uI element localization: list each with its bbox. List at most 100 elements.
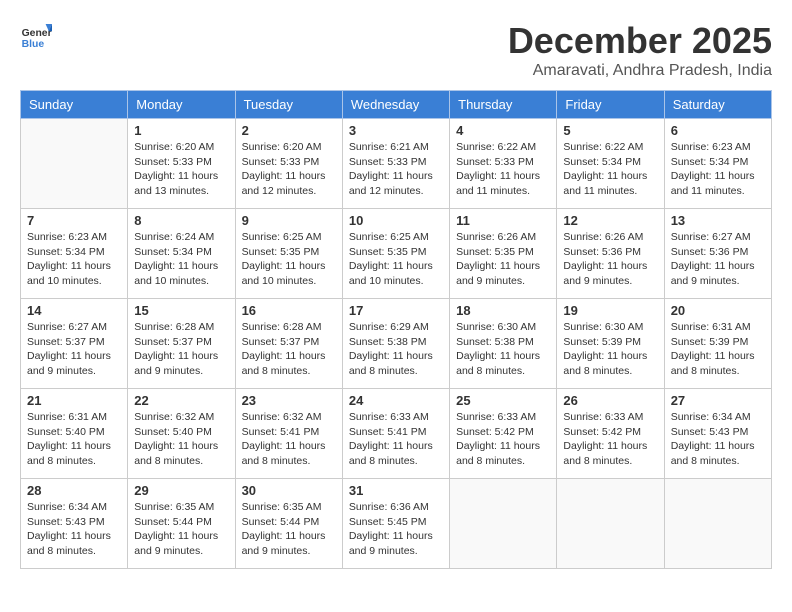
day-number: 28 — [27, 483, 121, 498]
calendar-cell: 12 Sunrise: 6:26 AM Sunset: 5:36 PM Dayli… — [557, 209, 664, 299]
calendar-cell: 22Sunrise: 6:32 AM Sunset: 5:40 PM Dayli… — [128, 389, 235, 479]
weekday-header: Sunday — [21, 91, 128, 119]
title-section: December 2025 Amaravati, Andhra Pradesh,… — [508, 20, 772, 80]
weekday-header: Tuesday — [235, 91, 342, 119]
day-number: 21 — [27, 393, 121, 408]
day-number: 1 — [134, 123, 228, 138]
day-number: 19 — [563, 303, 657, 318]
day-info: Sunrise: 6:35 AM Sunset: 5:44 PM Dayligh… — [134, 500, 228, 559]
day-number: 3 — [349, 123, 443, 138]
day-number: 30 — [242, 483, 336, 498]
calendar-week-row: 14 Sunrise: 6:27 AM Sunset: 5:37 PM Dayli… — [21, 299, 772, 389]
day-info: Sunrise: 6:23 AM Sunset: 5:34 PM Dayligh… — [671, 140, 765, 199]
calendar-cell: 6 Sunrise: 6:23 AM Sunset: 5:34 PM Daylig… — [664, 119, 771, 209]
day-number: 6 — [671, 123, 765, 138]
calendar-cell: 31 Sunrise: 6:36 AM Sunset: 5:45 PM Dayli… — [342, 479, 449, 569]
day-info: Sunrise: 6:26 AM Sunset: 5:35 PM Dayligh… — [456, 230, 550, 289]
logo-icon: General Blue — [20, 20, 52, 52]
day-info: Sunrise: 6:27 AM Sunset: 5:37 PM Dayligh… — [27, 320, 121, 379]
calendar-cell: 17Sunrise: 6:29 AM Sunset: 5:38 PM Dayli… — [342, 299, 449, 389]
calendar-table: SundayMondayTuesdayWednesdayThursdayFrid… — [20, 90, 772, 569]
day-info: Sunrise: 6:30 AM Sunset: 5:39 PM Dayligh… — [563, 320, 657, 379]
day-info: Sunrise: 6:22 AM Sunset: 5:33 PM Dayligh… — [456, 140, 550, 199]
weekday-header: Friday — [557, 91, 664, 119]
page-header: General Blue December 2025 Amaravati, An… — [20, 20, 772, 80]
day-info: Sunrise: 6:33 AM Sunset: 5:42 PM Dayligh… — [563, 410, 657, 469]
calendar-cell: 11 Sunrise: 6:26 AM Sunset: 5:35 PM Dayli… — [450, 209, 557, 299]
calendar-cell: 24Sunrise: 6:33 AM Sunset: 5:41 PM Dayli… — [342, 389, 449, 479]
day-info: Sunrise: 6:28 AM Sunset: 5:37 PM Dayligh… — [134, 320, 228, 379]
calendar-cell — [21, 119, 128, 209]
calendar-cell: 2 Sunrise: 6:20 AM Sunset: 5:33 PM Daylig… — [235, 119, 342, 209]
day-info: Sunrise: 6:32 AM Sunset: 5:41 PM Dayligh… — [242, 410, 336, 469]
day-info: Sunrise: 6:35 AM Sunset: 5:44 PM Dayligh… — [242, 500, 336, 559]
calendar-cell: 15Sunrise: 6:28 AM Sunset: 5:37 PM Dayli… — [128, 299, 235, 389]
day-info: Sunrise: 6:20 AM Sunset: 5:33 PM Dayligh… — [134, 140, 228, 199]
day-info: Sunrise: 6:31 AM Sunset: 5:40 PM Dayligh… — [27, 410, 121, 469]
calendar-header-row: SundayMondayTuesdayWednesdayThursdayFrid… — [21, 91, 772, 119]
day-info: Sunrise: 6:29 AM Sunset: 5:38 PM Dayligh… — [349, 320, 443, 379]
calendar-cell: 27 Sunrise: 6:34 AM Sunset: 5:43 PM Dayli… — [664, 389, 771, 479]
calendar-cell: 5 Sunrise: 6:22 AM Sunset: 5:34 PM Daylig… — [557, 119, 664, 209]
calendar-cell: 18Sunrise: 6:30 AM Sunset: 5:38 PM Dayli… — [450, 299, 557, 389]
day-number: 10 — [349, 213, 443, 228]
day-number: 5 — [563, 123, 657, 138]
day-number: 7 — [27, 213, 121, 228]
weekday-header: Thursday — [450, 91, 557, 119]
weekday-header: Wednesday — [342, 91, 449, 119]
day-number: 2 — [242, 123, 336, 138]
day-info: Sunrise: 6:36 AM Sunset: 5:45 PM Dayligh… — [349, 500, 443, 559]
day-number: 31 — [349, 483, 443, 498]
day-info: Sunrise: 6:25 AM Sunset: 5:35 PM Dayligh… — [349, 230, 443, 289]
day-info: Sunrise: 6:28 AM Sunset: 5:37 PM Dayligh… — [242, 320, 336, 379]
calendar-cell: 26 Sunrise: 6:33 AM Sunset: 5:42 PM Dayli… — [557, 389, 664, 479]
calendar-cell: 28 Sunrise: 6:34 AM Sunset: 5:43 PM Dayli… — [21, 479, 128, 569]
calendar-cell: 30 Sunrise: 6:35 AM Sunset: 5:44 PM Dayli… — [235, 479, 342, 569]
day-number: 25 — [456, 393, 550, 408]
calendar-cell: 21 Sunrise: 6:31 AM Sunset: 5:40 PM Dayli… — [21, 389, 128, 479]
calendar-week-row: 28 Sunrise: 6:34 AM Sunset: 5:43 PM Dayli… — [21, 479, 772, 569]
day-info: Sunrise: 6:34 AM Sunset: 5:43 PM Dayligh… — [27, 500, 121, 559]
day-number: 29 — [134, 483, 228, 498]
day-info: Sunrise: 6:24 AM Sunset: 5:34 PM Dayligh… — [134, 230, 228, 289]
day-number: 20 — [671, 303, 765, 318]
calendar-cell: 20Sunrise: 6:31 AM Sunset: 5:39 PM Dayli… — [664, 299, 771, 389]
day-number: 11 — [456, 213, 550, 228]
day-number: 12 — [563, 213, 657, 228]
svg-text:General: General — [22, 28, 52, 39]
calendar-week-row: 7 Sunrise: 6:23 AM Sunset: 5:34 PM Daylig… — [21, 209, 772, 299]
day-number: 13 — [671, 213, 765, 228]
day-info: Sunrise: 6:20 AM Sunset: 5:33 PM Dayligh… — [242, 140, 336, 199]
calendar-cell: 19 Sunrise: 6:30 AM Sunset: 5:39 PM Dayli… — [557, 299, 664, 389]
day-info: Sunrise: 6:30 AM Sunset: 5:38 PM Dayligh… — [456, 320, 550, 379]
calendar-cell: 14 Sunrise: 6:27 AM Sunset: 5:37 PM Dayli… — [21, 299, 128, 389]
calendar-cell: 13 Sunrise: 6:27 AM Sunset: 5:36 PM Dayli… — [664, 209, 771, 299]
calendar-cell: 23 Sunrise: 6:32 AM Sunset: 5:41 PM Dayli… — [235, 389, 342, 479]
day-info: Sunrise: 6:25 AM Sunset: 5:35 PM Dayligh… — [242, 230, 336, 289]
day-info: Sunrise: 6:22 AM Sunset: 5:34 PM Dayligh… — [563, 140, 657, 199]
day-number: 8 — [134, 213, 228, 228]
day-number: 22 — [134, 393, 228, 408]
day-number: 14 — [27, 303, 121, 318]
day-number: 26 — [563, 393, 657, 408]
day-number: 23 — [242, 393, 336, 408]
day-info: Sunrise: 6:21 AM Sunset: 5:33 PM Dayligh… — [349, 140, 443, 199]
weekday-header: Monday — [128, 91, 235, 119]
day-info: Sunrise: 6:26 AM Sunset: 5:36 PM Dayligh… — [563, 230, 657, 289]
day-info: Sunrise: 6:23 AM Sunset: 5:34 PM Dayligh… — [27, 230, 121, 289]
svg-text:Blue: Blue — [22, 39, 45, 50]
day-number: 24 — [349, 393, 443, 408]
calendar-week-row: 21 Sunrise: 6:31 AM Sunset: 5:40 PM Dayli… — [21, 389, 772, 479]
day-info: Sunrise: 6:27 AM Sunset: 5:36 PM Dayligh… — [671, 230, 765, 289]
calendar-cell — [450, 479, 557, 569]
day-info: Sunrise: 6:33 AM Sunset: 5:42 PM Dayligh… — [456, 410, 550, 469]
calendar-cell: 7 Sunrise: 6:23 AM Sunset: 5:34 PM Daylig… — [21, 209, 128, 299]
weekday-header: Saturday — [664, 91, 771, 119]
day-info: Sunrise: 6:34 AM Sunset: 5:43 PM Dayligh… — [671, 410, 765, 469]
month-title: December 2025 — [508, 20, 772, 62]
day-number: 27 — [671, 393, 765, 408]
calendar-cell: 8 Sunrise: 6:24 AM Sunset: 5:34 PM Daylig… — [128, 209, 235, 299]
calendar-cell: 29 Sunrise: 6:35 AM Sunset: 5:44 PM Dayli… — [128, 479, 235, 569]
calendar-cell — [557, 479, 664, 569]
day-number: 16 — [242, 303, 336, 318]
